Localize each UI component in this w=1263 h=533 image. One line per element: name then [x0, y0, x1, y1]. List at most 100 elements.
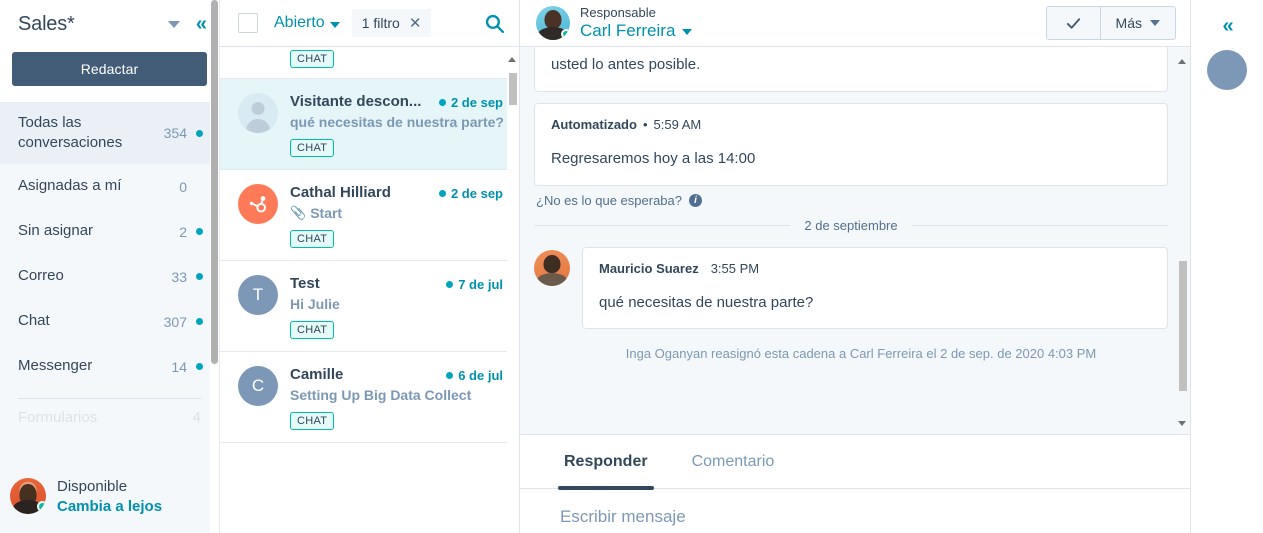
list-item-name: Visitante descon...: [290, 93, 422, 110]
message-meta: Automatizado • 5:59 AM: [551, 117, 1151, 132]
app-root: Sales* « Redactar Todas las conversacion…: [0, 0, 1263, 533]
list-item-main: Camille 6 de jul Setting Up Big Data Col…: [290, 366, 503, 430]
sidebar-item-count: 14: [171, 358, 187, 375]
compose-button[interactable]: Redactar: [12, 52, 207, 86]
tab-responder[interactable]: Responder: [542, 435, 670, 490]
list-item-main: Cathal Hilliard 2 de sep 📎 Start CHAT: [290, 184, 503, 248]
sidebar-item-sin-asignar[interactable]: Sin asignar 2: [0, 209, 219, 254]
scroll-up-icon[interactable]: [508, 57, 516, 62]
filter-chip[interactable]: 1 filtro ✕: [351, 9, 432, 37]
assignee-role-label: Responsable: [580, 5, 656, 20]
scroll-down-icon[interactable]: [1178, 421, 1186, 426]
chevron-down-icon: [682, 29, 693, 36]
composer: Responder Comentario Escribir mensaje: [520, 434, 1190, 533]
sidebar-item-count: 354: [163, 125, 187, 141]
contact-avatar[interactable]: [1207, 50, 1247, 90]
scroll-up-icon[interactable]: [1178, 59, 1186, 64]
search-icon[interactable]: [484, 13, 505, 34]
avatar: [238, 93, 278, 133]
channel-badge: CHAT: [290, 321, 335, 339]
sidebar-item-asignadas-a-mi[interactable]: Asignadas a mí 0: [0, 164, 219, 209]
list-item[interactable]: C Camille 6 de jul Setting Up Big Data C…: [220, 352, 519, 443]
conversation-panel-header: Responsable Carl Ferreira Más: [520, 0, 1190, 47]
conversation-list-body: CHAT Visitante descon... 2 de sep qué ne…: [220, 47, 519, 533]
feedback-hint[interactable]: ¿No es lo que esperaba? i: [536, 193, 1168, 208]
feedback-hint-label: ¿No es lo que esperaba?: [536, 192, 682, 208]
sidebar-item-todas-las-conversaciones[interactable]: Todas las conversaciones 354: [0, 102, 219, 164]
unread-dot: [196, 129, 203, 137]
collapse-right-panel-icon[interactable]: «: [1222, 16, 1233, 36]
unread-dot: [196, 318, 203, 325]
unread-dot: [446, 281, 454, 288]
assignee-name-label: Carl Ferreira: [580, 20, 676, 40]
tab-comentario[interactable]: Comentario: [670, 435, 797, 489]
sidebar-item-chat[interactable]: Chat 307: [0, 299, 219, 344]
list-item-meta: 2 de sep: [437, 95, 503, 110]
list-item[interactable]: T Test 7 de jul Hi Julie CHAT: [220, 261, 519, 352]
sidebar-item-messenger[interactable]: Messenger 14: [0, 344, 219, 389]
list-item-meta: 7 de jul: [444, 277, 503, 292]
user-status-bar[interactable]: Disponible Cambia a lejos: [0, 458, 219, 533]
list-item-date: 2 de sep: [450, 186, 503, 201]
mark-closed-button[interactable]: [1047, 7, 1101, 39]
conversation-list: Abierto 1 filtro ✕ CHAT Visitante descon…: [220, 0, 520, 533]
message-time: 3:55 PM: [710, 260, 760, 276]
list-item-main: Visitante descon... 2 de sep qué necesit…: [290, 93, 503, 157]
message-bubble-partial: usted lo antes posible.: [534, 47, 1168, 92]
thread-scrollbar-thumb[interactable]: [1179, 261, 1187, 391]
more-actions-button[interactable]: Más: [1101, 7, 1175, 39]
message-text: qué necesitas de nuestra parte?: [599, 293, 814, 311]
status-toggle-link[interactable]: Cambia a lejos: [57, 498, 162, 515]
message-input[interactable]: Escribir mensaje: [520, 489, 1190, 527]
conversation-list-scrollbar-thumb[interactable]: [509, 73, 517, 105]
thread-scrollbar[interactable]: [1177, 53, 1188, 428]
unread-dot: [446, 372, 454, 379]
assignee-texts: Responsable Carl Ferreira: [580, 5, 693, 41]
sidebar-nav: Todas las conversaciones 354 Asignadas a…: [0, 102, 219, 426]
sidebar-scrollbar-thumb[interactable]: [211, 0, 218, 364]
list-item-preview-text: Start: [310, 205, 343, 221]
list-item-date: 6 de jul: [458, 368, 503, 383]
list-item[interactable]: Visitante descon... 2 de sep qué necesit…: [220, 79, 519, 170]
panel-actions: Más: [1045, 6, 1176, 40]
chevron-down-icon[interactable]: [167, 20, 180, 28]
message-bubble-user: Mauricio Suarez 3:55 PM qué necesitas de…: [582, 246, 1168, 330]
channel-badge: CHAT: [290, 50, 335, 68]
assignee-block[interactable]: Responsable Carl Ferreira: [536, 5, 693, 41]
sidebar-item-count: 0: [179, 178, 187, 195]
message-bubble-automated: Automatizado • 5:59 AM Regresaremos hoy …: [534, 102, 1168, 186]
sidebar-header: Sales* «: [0, 0, 219, 48]
message-text: Regresaremos hoy a las 14:00: [551, 149, 756, 167]
list-item-date: 2 de sep: [450, 95, 503, 110]
conversation-list-scrollbar[interactable]: [507, 47, 519, 533]
avatar: [10, 478, 46, 514]
sidebar-item-correo[interactable]: Correo 33: [0, 254, 219, 299]
sidebar-scrollbar[interactable]: [210, 0, 219, 533]
attachment-icon: 📎: [290, 205, 307, 220]
info-icon[interactable]: i: [688, 193, 702, 207]
assignee-name-dropdown[interactable]: Carl Ferreira: [580, 20, 693, 41]
list-item-main: Test 7 de jul Hi Julie CHAT: [290, 275, 503, 339]
unread-dot: [196, 363, 203, 370]
tab-responder-label: Responder: [564, 452, 648, 470]
right-rail: «: [1191, 0, 1263, 533]
status-filter-dropdown[interactable]: Abierto: [274, 14, 340, 32]
sidebar-item-obscured[interactable]: Formularios 4: [0, 399, 219, 426]
sidebar-item-label: Sin asignar: [18, 222, 94, 240]
collapse-sidebar-icon[interactable]: «: [196, 14, 207, 34]
sidebar-item-count: 2: [179, 223, 187, 240]
status-filter-label: Abierto: [274, 14, 325, 31]
select-all-checkbox[interactable]: [238, 13, 258, 33]
sidebar-item-label: Formularios: [18, 409, 98, 426]
sidebar-item-count: 4: [192, 409, 201, 426]
filter-chip-label: 1 filtro: [361, 15, 400, 31]
list-item-main: CHAT: [290, 49, 503, 68]
sidebar-item-count: 307: [163, 313, 187, 330]
system-note: Inga Oganyan reasignó esta cadena a Carl…: [625, 346, 1097, 362]
list-item[interactable]: CHAT: [220, 47, 519, 79]
sidebar-item-label: Correo: [18, 267, 64, 285]
list-item[interactable]: Cathal Hilliard 2 de sep 📎 Start CHAT: [220, 170, 519, 261]
close-icon[interactable]: ✕: [409, 16, 422, 31]
list-item-name: Cathal Hilliard: [290, 184, 391, 201]
list-item-row: Test 7 de jul: [290, 275, 503, 292]
